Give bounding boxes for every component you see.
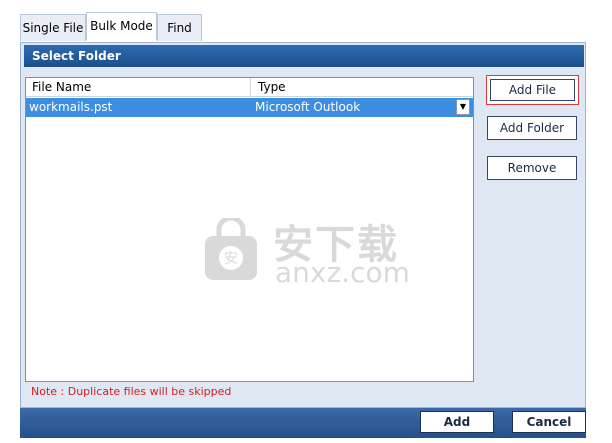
tab-find[interactable]: Find xyxy=(157,14,202,41)
footer-bar: Add Cancel xyxy=(20,408,586,438)
add-file-button-focus-ring: Add File xyxy=(486,75,579,105)
tab-single-file[interactable]: Single File xyxy=(20,14,86,41)
file-list[interactable]: File Name Type workmails.pst Microsoft O… xyxy=(25,77,474,382)
add-folder-button[interactable]: Add Folder xyxy=(487,116,577,140)
add-button[interactable]: Add xyxy=(420,411,494,433)
add-file-button[interactable]: Add File xyxy=(490,79,575,101)
remove-button[interactable]: Remove xyxy=(487,156,577,180)
duplicate-note: Note : Duplicate files will be skipped xyxy=(31,385,232,398)
file-name-cell: workmails.pst xyxy=(29,100,113,114)
bulk-mode-panel: Select Folder File Name Type workmails.p… xyxy=(20,42,586,408)
watermark-en-text: anxz.com xyxy=(275,256,410,289)
watermark-cn-text: 安下载 xyxy=(273,222,399,268)
tab-bulk-mode[interactable]: Bulk Mode xyxy=(86,12,157,40)
cancel-button[interactable]: Cancel xyxy=(512,411,586,433)
type-dropdown-button[interactable]: ▼ xyxy=(456,99,470,115)
file-type-cell: Microsoft Outlook xyxy=(255,100,361,114)
watermark: 安 安下载 anxz.com xyxy=(201,208,441,298)
svg-text:安: 安 xyxy=(224,251,238,267)
file-list-header: File Name Type xyxy=(26,78,473,97)
table-row[interactable]: workmails.pst Microsoft Outlook ▼ xyxy=(26,98,473,117)
section-title: Select Folder xyxy=(24,45,584,67)
column-header-type[interactable]: Type xyxy=(252,78,473,96)
chevron-down-icon: ▼ xyxy=(459,102,467,111)
shopping-bag-icon: 安 xyxy=(205,218,257,280)
column-header-file-name[interactable]: File Name xyxy=(26,78,251,96)
